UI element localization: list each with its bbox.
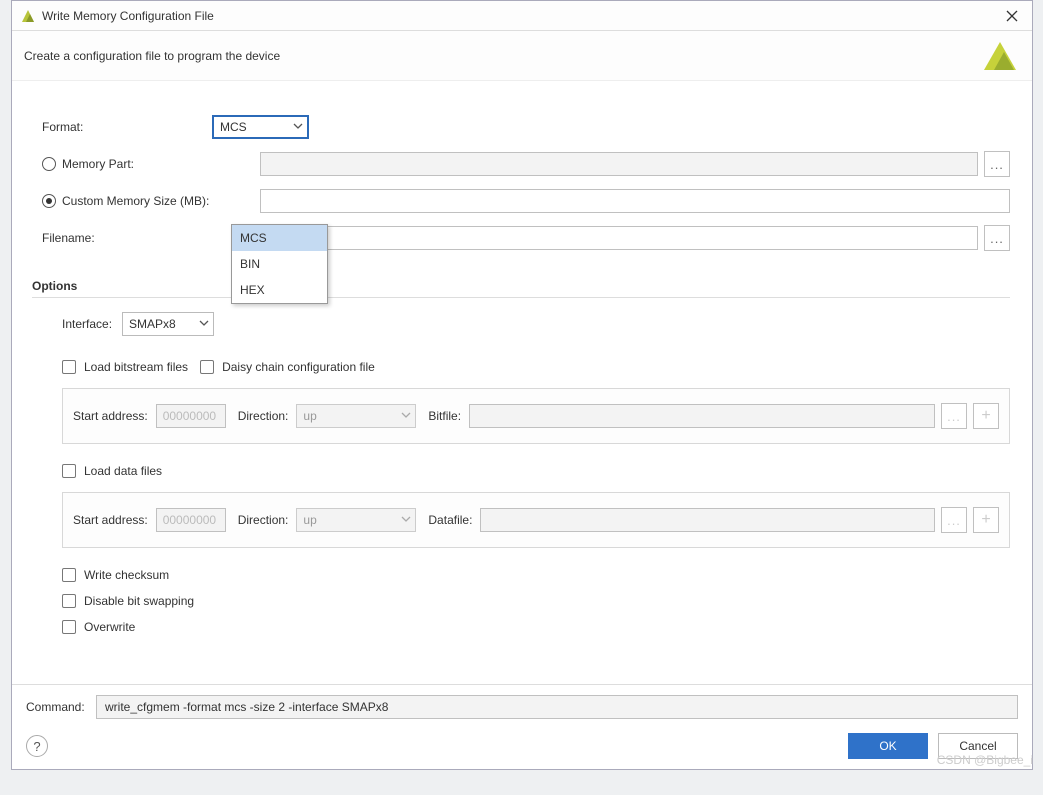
format-select[interactable]: MCS bbox=[212, 115, 309, 139]
dialog-footer: Command: write_cfgmem -format mcs -size … bbox=[12, 684, 1032, 769]
daisy-chain-label: Daisy chain configuration file bbox=[222, 360, 375, 374]
format-label: Format: bbox=[42, 120, 212, 134]
memory-part-radio[interactable] bbox=[42, 157, 56, 171]
start-address-input-1[interactable]: 00000000 bbox=[156, 404, 226, 428]
bitstream-panel: Start address: 00000000 Direction: up Bi… bbox=[62, 388, 1010, 444]
vivado-logo-icon bbox=[980, 38, 1020, 74]
overwrite-label: Overwrite bbox=[84, 620, 135, 634]
bitfile-add-button[interactable]: + bbox=[973, 403, 999, 429]
direction-select-1[interactable]: up bbox=[296, 404, 416, 428]
command-label: Command: bbox=[26, 700, 96, 714]
filename-browse-button[interactable]: ... bbox=[984, 225, 1010, 251]
start-address-label-1: Start address: bbox=[73, 409, 148, 423]
disable-swap-checkbox[interactable] bbox=[62, 594, 76, 608]
write-checksum-checkbox[interactable] bbox=[62, 568, 76, 582]
load-data-label: Load data files bbox=[84, 464, 162, 478]
options-area: Interface: SMAPx8 Load bitstream files D… bbox=[42, 312, 1010, 634]
memory-part-browse-button[interactable]: ... bbox=[984, 151, 1010, 177]
daisy-chain-checkbox[interactable] bbox=[200, 360, 214, 374]
direction-value-2: up bbox=[303, 513, 316, 527]
dialog-body: Format: MCS Memory Part: ... Custom Memo… bbox=[12, 81, 1032, 684]
cancel-button[interactable]: Cancel bbox=[938, 733, 1018, 759]
overwrite-checkbox[interactable] bbox=[62, 620, 76, 634]
ok-button[interactable]: OK bbox=[848, 733, 928, 759]
filename-label: Filename: bbox=[42, 231, 212, 245]
memory-size-label-row: Custom Memory Size (MB): bbox=[42, 194, 260, 208]
load-data-checkbox[interactable] bbox=[62, 464, 76, 478]
load-bitstream-checkbox[interactable] bbox=[62, 360, 76, 374]
interface-label: Interface: bbox=[62, 317, 112, 331]
bitfile-input[interactable] bbox=[469, 404, 935, 428]
help-button[interactable]: ? bbox=[26, 735, 48, 757]
datafile-input[interactable] bbox=[480, 508, 935, 532]
format-dropdown-popup: MCS BIN HEX bbox=[231, 224, 328, 304]
close-button[interactable] bbox=[992, 1, 1032, 31]
write-checksum-label: Write checksum bbox=[84, 568, 169, 582]
options-header: Options bbox=[32, 279, 1010, 298]
memory-part-label-row: Memory Part: bbox=[42, 157, 212, 171]
datafile-browse-button[interactable]: ... bbox=[941, 507, 967, 533]
title-bar: Write Memory Configuration File bbox=[12, 1, 1032, 31]
chevron-down-icon bbox=[293, 120, 303, 134]
app-icon bbox=[20, 8, 36, 24]
start-address-label-2: Start address: bbox=[73, 513, 148, 527]
filename-input[interactable] bbox=[260, 226, 978, 250]
chevron-down-icon bbox=[199, 317, 209, 331]
interface-select[interactable]: SMAPx8 bbox=[122, 312, 214, 336]
format-select-value: MCS bbox=[220, 120, 247, 134]
bitfile-browse-button[interactable]: ... bbox=[941, 403, 967, 429]
write-memory-config-dialog: Write Memory Configuration File Create a… bbox=[11, 0, 1033, 770]
window-title: Write Memory Configuration File bbox=[42, 9, 992, 23]
direction-label-1: Direction: bbox=[238, 409, 289, 423]
command-value[interactable]: write_cfgmem -format mcs -size 2 -interf… bbox=[96, 695, 1018, 719]
datafile-panel: Start address: 00000000 Direction: up Da… bbox=[62, 492, 1010, 548]
close-icon bbox=[1006, 10, 1018, 22]
memory-part-label: Memory Part: bbox=[62, 157, 134, 171]
direction-value-1: up bbox=[303, 409, 316, 423]
load-bitstream-label: Load bitstream files bbox=[84, 360, 188, 374]
chevron-down-icon bbox=[401, 513, 411, 527]
memory-size-radio[interactable] bbox=[42, 194, 56, 208]
format-option-hex[interactable]: HEX bbox=[232, 277, 327, 303]
dialog-banner: Create a configuration file to program t… bbox=[12, 31, 1032, 81]
datafile-label: Datafile: bbox=[428, 513, 472, 527]
dialog-description: Create a configuration file to program t… bbox=[24, 49, 280, 63]
bitfile-label: Bitfile: bbox=[428, 409, 461, 423]
disable-swap-label: Disable bit swapping bbox=[84, 594, 194, 608]
direction-select-2[interactable]: up bbox=[296, 508, 416, 532]
memory-size-label: Custom Memory Size (MB): bbox=[62, 194, 209, 208]
memory-part-input[interactable] bbox=[260, 152, 978, 176]
datafile-add-button[interactable]: + bbox=[973, 507, 999, 533]
start-address-input-2[interactable]: 00000000 bbox=[156, 508, 226, 532]
memory-size-input[interactable] bbox=[260, 189, 1010, 213]
chevron-down-icon bbox=[401, 409, 411, 423]
direction-label-2: Direction: bbox=[238, 513, 289, 527]
format-option-bin[interactable]: BIN bbox=[232, 251, 327, 277]
interface-select-value: SMAPx8 bbox=[129, 317, 176, 331]
format-option-mcs[interactable]: MCS bbox=[232, 225, 327, 251]
